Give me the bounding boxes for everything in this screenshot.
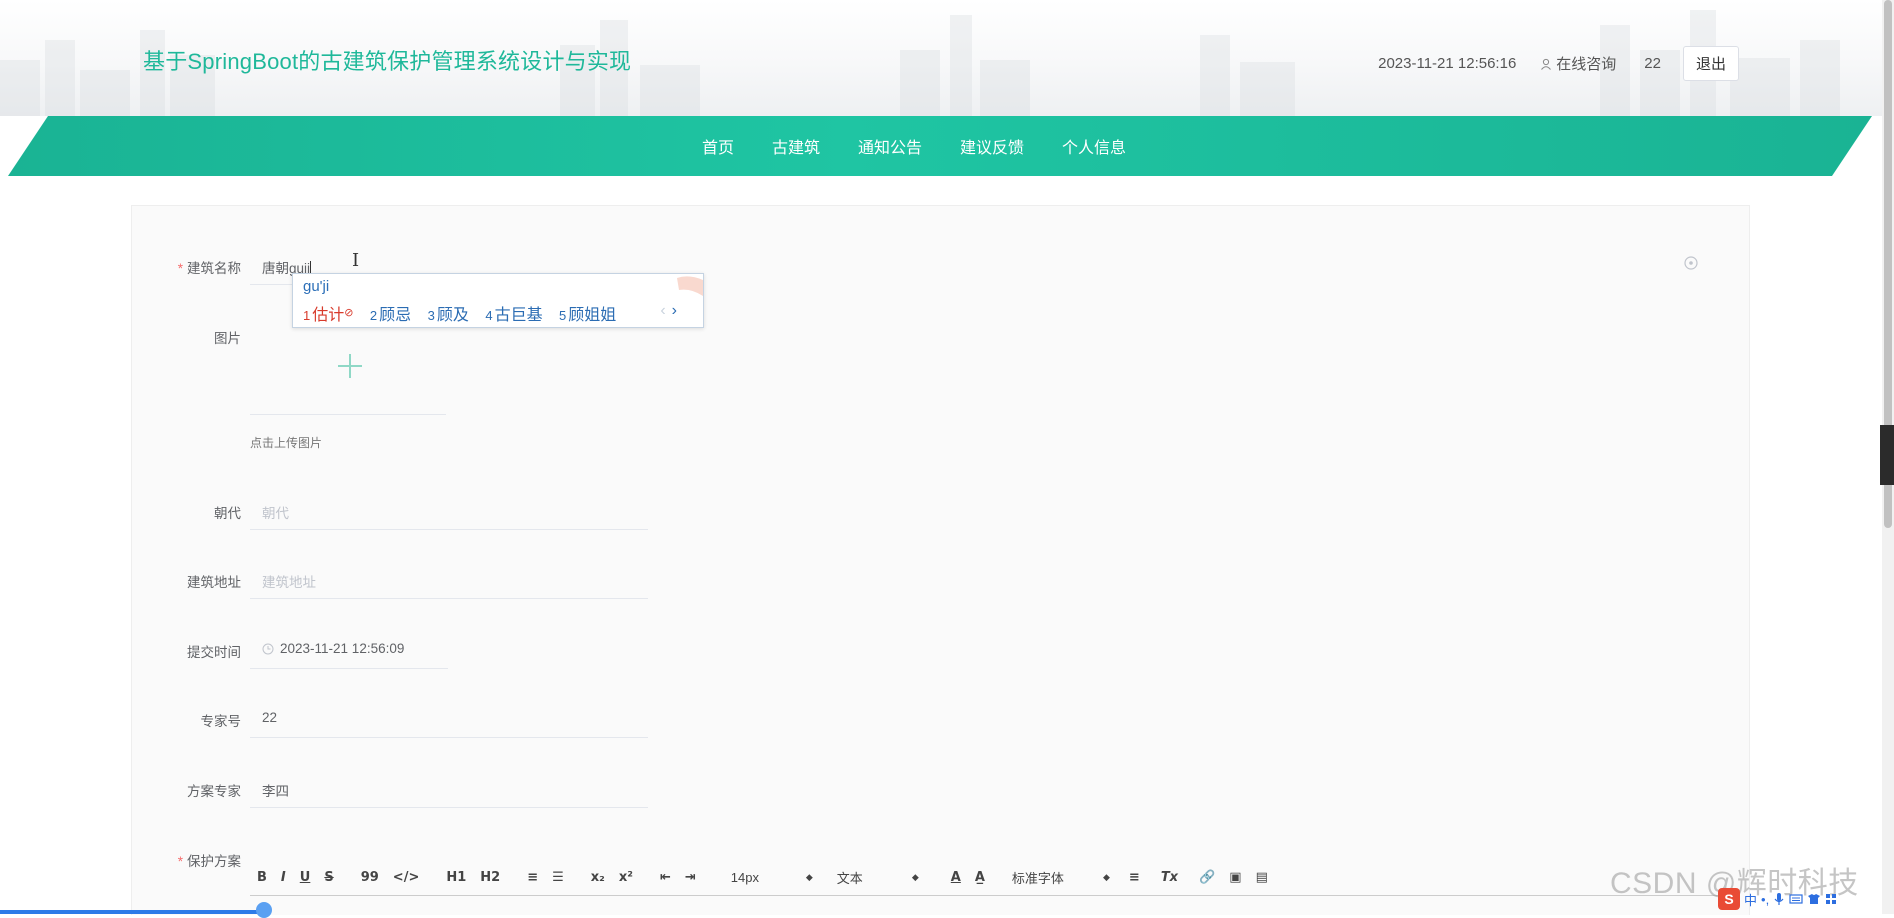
background-color-button[interactable]: A̲ — [975, 870, 985, 885]
required-mark: * — [177, 261, 183, 276]
ime-candidate[interactable]: 3 顾及 — [428, 307, 469, 324]
grid-icon[interactable] — [1825, 893, 1837, 905]
submit-time-value: 2023-11-21 12:56:09 — [280, 641, 405, 656]
nav-item-ancient-buildings[interactable]: 古建筑 — [772, 134, 820, 158]
italic-button[interactable]: I — [281, 870, 286, 885]
subscript-button[interactable]: x₂ — [591, 870, 605, 885]
expert-value: 李四 — [262, 784, 289, 799]
label-submit-time: 提交时间 — [187, 645, 241, 660]
dynasty-placeholder: 朝代 — [262, 506, 289, 521]
expert-no-value: 22 — [262, 710, 278, 725]
ime-skin-decoration-icon — [677, 276, 703, 296]
image-button[interactable]: ▣ — [1229, 870, 1241, 885]
ime-prev-page-button[interactable]: ‹ — [660, 302, 665, 319]
mic-icon[interactable] — [1773, 892, 1785, 906]
shirt-icon[interactable] — [1807, 893, 1821, 905]
expert-input[interactable]: 李四 — [250, 769, 648, 808]
site-title: 基于SpringBoot的古建筑保护管理系统设计与实现 — [143, 49, 632, 74]
select-arrow-icon: ◆ — [805, 872, 813, 882]
header-datetime: 2023-11-21 12:56:16 — [1378, 55, 1517, 72]
clear-format-button[interactable]: Tx — [1161, 870, 1178, 885]
side-collapse-tab[interactable] — [1880, 425, 1894, 485]
header: 基于SpringBoot的古建筑保护管理系统设计与实现 2023-11-21 1… — [0, 0, 1894, 116]
font-color-button[interactable]: A — [951, 870, 961, 885]
header-right: 2023-11-21 12:56:16 在线咨询 22 退出 — [1378, 46, 1739, 81]
nav-item-profile[interactable]: 个人信息 — [1062, 134, 1126, 158]
loading-progress-bar — [0, 910, 262, 914]
link-button[interactable]: 🔗 — [1199, 870, 1215, 885]
ime-candidate[interactable]: 5 顾姐姐 — [559, 307, 616, 324]
outdent-button[interactable]: ⇤ — [660, 870, 671, 885]
heading2-button[interactable]: H2 — [480, 870, 500, 885]
video-button[interactable]: ▤ — [1256, 870, 1268, 885]
ime-language-toggle[interactable]: 中 — [1744, 890, 1757, 909]
ime-candidate[interactable]: 2 顾忌 — [370, 307, 411, 324]
user-icon — [1541, 58, 1552, 70]
ime-candidate[interactable]: 4 古巨基 — [485, 307, 542, 324]
ime-candidate[interactable]: 1 估计⊘ — [303, 307, 353, 324]
logout-button[interactable]: 退出 — [1682, 46, 1739, 81]
indent-button[interactable]: ⇥ — [685, 870, 696, 885]
current-user-id: 22 — [1644, 55, 1661, 72]
ordered-list-button[interactable]: ≡ — [527, 870, 538, 885]
label-plan: * 保护方案 — [177, 854, 241, 869]
keyboard-icon[interactable] — [1789, 893, 1803, 905]
label-dynasty: 朝代 — [214, 506, 241, 521]
upload-tip: 点击上传图片 — [250, 436, 323, 450]
label-address: 建筑地址 — [187, 575, 241, 590]
block-type-value: 文本 — [836, 871, 863, 886]
font-family-select[interactable]: 标准字体 ◆ — [1012, 868, 1110, 887]
block-type-select[interactable]: 文本 ◆ — [837, 868, 919, 887]
nav-item-feedback[interactable]: 建议反馈 — [960, 134, 1024, 158]
ime-punctuation-toggle[interactable]: •, — [1761, 892, 1769, 907]
superscript-button[interactable]: x² — [619, 870, 633, 885]
online-consult-label: 在线咨询 — [1556, 56, 1617, 73]
required-mark: * — [177, 854, 183, 869]
expert-no-input[interactable]: 22 — [250, 699, 648, 738]
ime-candidate-list: 1 估计⊘ 2 顾忌 3 顾及 4 古巨基 5 顾姐姐 — [303, 301, 628, 325]
ibeam-cursor-icon: I — [352, 250, 360, 271]
clear-circle-icon[interactable] — [1684, 256, 1698, 270]
select-arrow-icon: ◆ — [1102, 872, 1110, 882]
address-input[interactable]: 建筑地址 — [250, 560, 648, 599]
delete-candidate-icon[interactable]: ⊘ — [344, 307, 353, 319]
strike-button[interactable]: S — [324, 870, 333, 885]
ime-next-page-button[interactable]: › — [672, 302, 677, 319]
label-image: 图片 — [214, 331, 241, 346]
sogou-ime-icon[interactable]: S — [1718, 888, 1740, 910]
rich-text-editor-area[interactable] — [250, 895, 1740, 915]
rich-text-toolbar: B I U S 99 </> H1 H2 ≡ ☰ x₂ x² ⇤ ⇥ 14px ◆… — [250, 860, 1740, 895]
ime-composition: gu'ji — [303, 278, 330, 295]
main-nav: 首页 古建筑 通知公告 建议反馈 个人信息 — [8, 116, 1872, 176]
label-expert-no: 专家号 — [200, 714, 242, 729]
ime-status-tray: S 中 •, — [1718, 888, 1837, 910]
dynasty-input[interactable]: 朝代 — [250, 491, 648, 530]
progress-dot — [256, 902, 272, 918]
address-placeholder: 建筑地址 — [262, 575, 316, 590]
nav-item-notices[interactable]: 通知公告 — [858, 134, 922, 158]
ime-candidate-popup: gu'ji 1 估计⊘ 2 顾忌 3 顾及 4 古巨基 5 顾姐姐 ‹ › — [292, 273, 704, 328]
heading1-button[interactable]: H1 — [446, 870, 466, 885]
nav-item-home[interactable]: 首页 — [702, 134, 734, 158]
label-building-name: * 建筑名称 — [177, 261, 241, 276]
label-expert: 方案专家 — [187, 784, 241, 799]
underline-button[interactable]: U — [300, 870, 311, 885]
select-arrow-icon: ◆ — [911, 872, 919, 882]
code-block-button[interactable]: </> — [393, 870, 420, 885]
bold-button[interactable]: B — [257, 870, 267, 885]
font-size-value: 14px — [730, 870, 759, 885]
online-consult-link[interactable]: 在线咨询 — [1540, 53, 1616, 74]
submit-time-picker[interactable]: 2023-11-21 12:56:09 — [250, 630, 448, 669]
ime-page-nav: ‹ › — [660, 302, 677, 320]
clock-icon — [262, 643, 274, 655]
plus-icon[interactable] — [336, 352, 364, 380]
blockquote-button[interactable]: 99 — [361, 870, 379, 885]
align-button[interactable]: ≡ — [1129, 870, 1140, 885]
nav-items: 首页 古建筑 通知公告 建议反馈 个人信息 — [8, 116, 1872, 176]
font-size-select[interactable]: 14px ◆ — [731, 870, 813, 885]
bullet-list-button[interactable]: ☰ — [552, 870, 564, 885]
font-family-value: 标准字体 — [1011, 871, 1064, 886]
